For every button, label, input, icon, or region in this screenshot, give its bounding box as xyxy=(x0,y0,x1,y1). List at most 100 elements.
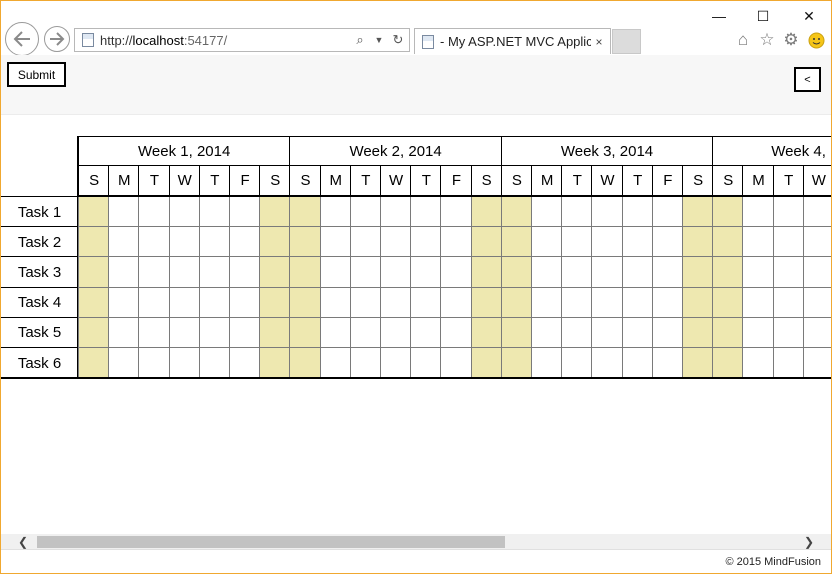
schedule-cell[interactable] xyxy=(712,316,744,348)
schedule-cell[interactable] xyxy=(561,256,593,288)
schedule-cell[interactable] xyxy=(500,347,532,379)
schedule-cell[interactable] xyxy=(531,347,563,379)
schedule-cell[interactable] xyxy=(802,347,831,379)
schedule-cell[interactable] xyxy=(682,196,714,228)
maximize-icon[interactable]: ☐ xyxy=(740,5,786,27)
schedule-cell[interactable] xyxy=(621,256,653,288)
schedule-cell[interactable] xyxy=(621,347,653,379)
schedule-cell[interactable] xyxy=(229,316,261,348)
schedule-cell[interactable] xyxy=(349,347,381,379)
schedule-cell[interactable] xyxy=(802,286,831,318)
schedule-cell[interactable] xyxy=(198,196,230,228)
schedule-cell[interactable] xyxy=(682,226,714,258)
schedule-cell[interactable] xyxy=(168,226,200,258)
schedule-cell[interactable] xyxy=(440,286,472,318)
schedule-cell[interactable] xyxy=(802,316,831,348)
schedule-cell[interactable] xyxy=(651,347,683,379)
forward-button[interactable] xyxy=(44,26,70,52)
schedule-cell[interactable] xyxy=(802,196,831,228)
schedule-cell[interactable] xyxy=(198,286,230,318)
back-button[interactable] xyxy=(5,22,39,56)
schedule-cell[interactable] xyxy=(712,286,744,318)
schedule-cell[interactable] xyxy=(410,196,442,228)
schedule-cell[interactable] xyxy=(78,347,110,379)
schedule-cell[interactable] xyxy=(591,196,623,228)
schedule-cell[interactable] xyxy=(349,226,381,258)
schedule-cell[interactable] xyxy=(470,316,502,348)
schedule-cell[interactable] xyxy=(198,316,230,348)
schedule-cell[interactable] xyxy=(682,286,714,318)
schedule-cell[interactable] xyxy=(410,316,442,348)
schedule-cell[interactable] xyxy=(500,286,532,318)
schedule-cell[interactable] xyxy=(531,286,563,318)
schedule-cell[interactable] xyxy=(410,256,442,288)
schedule-cell[interactable] xyxy=(138,196,170,228)
schedule-cell[interactable] xyxy=(440,256,472,288)
schedule-cell[interactable] xyxy=(470,226,502,258)
schedule-cell[interactable] xyxy=(772,256,804,288)
schedule-cell[interactable] xyxy=(772,347,804,379)
schedule-cell[interactable] xyxy=(561,196,593,228)
schedule-cell[interactable] xyxy=(802,256,831,288)
schedule-cell[interactable] xyxy=(380,347,412,379)
scroll-left-icon[interactable]: ❮ xyxy=(13,534,33,549)
schedule-cell[interactable] xyxy=(289,196,321,228)
schedule-cell[interactable] xyxy=(470,256,502,288)
schedule-cell[interactable] xyxy=(319,226,351,258)
schedule-cell[interactable] xyxy=(78,226,110,258)
schedule-cell[interactable] xyxy=(349,256,381,288)
schedule-cell[interactable] xyxy=(349,316,381,348)
schedule-cell[interactable] xyxy=(651,286,683,318)
schedule-cell[interactable] xyxy=(621,316,653,348)
schedule-cell[interactable] xyxy=(621,196,653,228)
schedule-cell[interactable] xyxy=(108,316,140,348)
schedule-cell[interactable] xyxy=(561,316,593,348)
schedule-cell[interactable] xyxy=(380,256,412,288)
schedule-cell[interactable] xyxy=(168,286,200,318)
schedule-cell[interactable] xyxy=(410,286,442,318)
schedule-cell[interactable] xyxy=(440,226,472,258)
schedule-cell[interactable] xyxy=(712,196,744,228)
schedule-cell[interactable] xyxy=(380,226,412,258)
schedule-cell[interactable] xyxy=(621,226,653,258)
schedule-cell[interactable] xyxy=(108,226,140,258)
schedule-cell[interactable] xyxy=(742,286,774,318)
schedule-cell[interactable] xyxy=(802,226,831,258)
schedule-cell[interactable] xyxy=(712,347,744,379)
schedule-cell[interactable] xyxy=(591,226,623,258)
schedule-cell[interactable] xyxy=(651,316,683,348)
schedule-cell[interactable] xyxy=(289,226,321,258)
schedule-cell[interactable] xyxy=(138,256,170,288)
schedule-cell[interactable] xyxy=(259,196,291,228)
schedule-cell[interactable] xyxy=(229,256,261,288)
schedule-cell[interactable] xyxy=(651,256,683,288)
schedule-cell[interactable] xyxy=(591,286,623,318)
browser-tab[interactable]: - My ASP.NET MVC Applica... × xyxy=(414,28,611,54)
schedule-cell[interactable] xyxy=(591,256,623,288)
url-text[interactable]: http://localhost:54177/ xyxy=(100,33,352,48)
schedule-cell[interactable] xyxy=(772,226,804,258)
schedule-cell[interactable] xyxy=(198,347,230,379)
schedule-cell[interactable] xyxy=(531,226,563,258)
schedule-cell[interactable] xyxy=(742,196,774,228)
schedule-cell[interactable] xyxy=(138,226,170,258)
schedule-cell[interactable] xyxy=(470,196,502,228)
schedule-cell[interactable] xyxy=(561,286,593,318)
minimize-icon[interactable]: — xyxy=(696,5,742,27)
schedule-cell[interactable] xyxy=(531,196,563,228)
schedule-cell[interactable] xyxy=(712,256,744,288)
schedule-cell[interactable] xyxy=(742,256,774,288)
close-window-icon[interactable]: ✕ xyxy=(786,5,831,27)
schedule-cell[interactable] xyxy=(531,256,563,288)
schedule-cell[interactable] xyxy=(500,196,532,228)
schedule-cell[interactable] xyxy=(500,226,532,258)
schedule-cell[interactable] xyxy=(229,347,261,379)
schedule-cell[interactable] xyxy=(440,347,472,379)
schedule-cell[interactable] xyxy=(78,256,110,288)
schedule-cell[interactable] xyxy=(531,316,563,348)
schedule-cell[interactable] xyxy=(168,256,200,288)
schedule-cell[interactable] xyxy=(380,196,412,228)
schedule-cell[interactable] xyxy=(380,316,412,348)
settings-gear-icon[interactable]: ⚙ xyxy=(781,30,801,50)
schedule-cell[interactable] xyxy=(591,316,623,348)
